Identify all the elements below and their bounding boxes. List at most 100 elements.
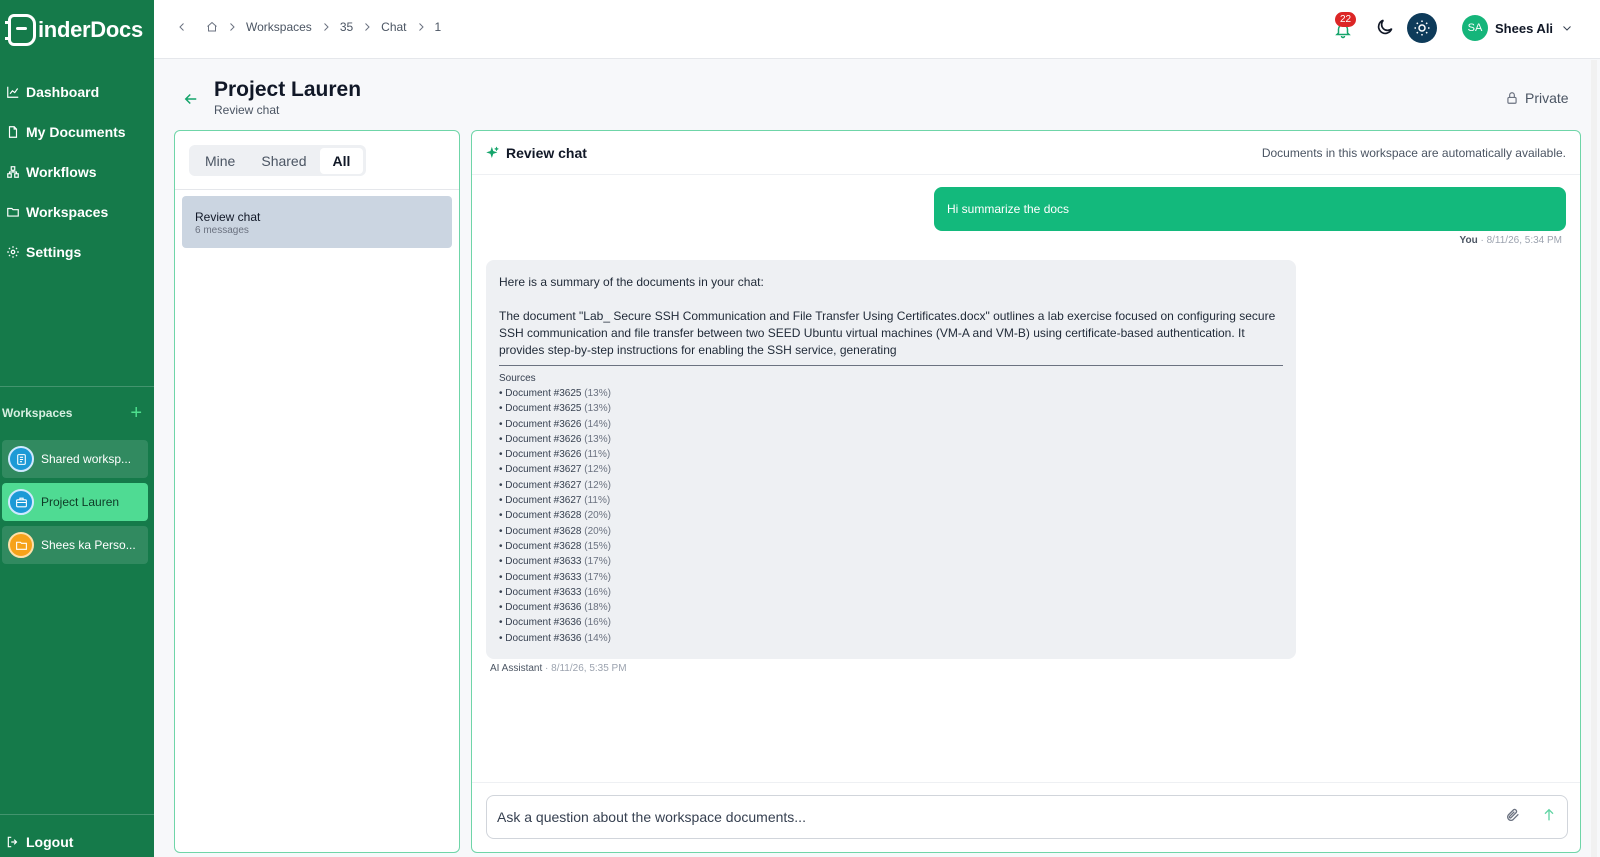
user-name: Shees Ali: [1495, 20, 1554, 36]
workspace-list: Shared worksp... Project Lauren Shees ka…: [2, 440, 148, 569]
home-icon[interactable]: [206, 21, 218, 33]
user-author: You: [1459, 235, 1478, 246]
light-mode-button[interactable]: [1407, 13, 1437, 43]
logo-text: inderDocs: [38, 17, 143, 42]
chat-title: Review chat: [486, 145, 587, 161]
source-score: (11%): [584, 449, 611, 461]
source-item[interactable]: • Document #3628 (15%): [499, 539, 1283, 554]
source-item[interactable]: • Document #3626 (11%): [499, 447, 1283, 462]
source-document: • Document #3636: [499, 617, 582, 629]
source-document: • Document #3633: [499, 571, 582, 583]
lock-icon: [1507, 92, 1517, 104]
source-score: (16%): [584, 617, 611, 629]
source-item[interactable]: • Document #3627 (12%): [499, 462, 1283, 477]
document-list-icon: [8, 446, 34, 472]
source-item[interactable]: • Document #3633 (17%): [499, 554, 1283, 569]
chevron-left-icon[interactable]: [176, 21, 188, 33]
source-score: (17%): [584, 571, 611, 583]
visibility-button[interactable]: Private: [1505, 90, 1569, 106]
assistant-intro: Here is a summary of the documents in yo…: [499, 275, 764, 289]
assistant-body: The document "Lab_ Secure SSH Communicat…: [499, 309, 1276, 357]
avatar: SA: [1462, 15, 1488, 41]
paperclip-icon: [1507, 808, 1519, 821]
source-document: • Document #3625: [499, 388, 582, 399]
source-document: • Document #3628: [499, 525, 582, 537]
source-document: • Document #3625: [499, 403, 582, 415]
back-button[interactable]: [182, 90, 200, 113]
sources-label: Sources: [499, 373, 536, 384]
tab-all[interactable]: All: [319, 147, 364, 174]
source-item[interactable]: • Document #3627 (11%): [499, 493, 1283, 508]
source-item[interactable]: • Document #3633 (16%): [499, 585, 1283, 600]
composer: [486, 795, 1568, 839]
source-document: • Document #3627: [499, 495, 582, 507]
attach-button[interactable]: [1505, 807, 1521, 828]
source-item[interactable]: • Document #3625 (13%): [499, 401, 1283, 416]
tab-mine[interactable]: Mine: [192, 148, 248, 174]
workspace-name: Shees ka Perso...: [41, 538, 136, 552]
send-button[interactable]: [1541, 807, 1557, 828]
breadcrumb-workspace-id[interactable]: 35: [340, 20, 353, 34]
source-document: • Document #3626: [499, 433, 582, 445]
source-document: • Document #3633: [499, 556, 582, 568]
assistant-message-meta: AI Assistant · 8/11/26, 5:35 PM: [490, 663, 627, 674]
source-document: • Document #3626: [499, 418, 582, 430]
add-workspace-button[interactable]: +: [130, 403, 142, 423]
sources-list: • Document #3625 (13%) • Document #3625 (…: [499, 386, 1283, 646]
source-score: (20%): [584, 525, 611, 537]
source-document: • Document #3628: [499, 510, 582, 522]
user-message-meta: You · 8/11/26, 5:34 PM: [1460, 235, 1562, 246]
chevron-right-icon: [418, 23, 424, 31]
nav-workflows[interactable]: Workflows: [0, 152, 154, 192]
logout-icon: [7, 836, 18, 848]
source-item[interactable]: • Document #3626 (14%): [499, 417, 1283, 432]
source-item[interactable]: • Document #3636 (16%): [499, 615, 1283, 630]
source-item[interactable]: • Document #3636 (14%): [499, 631, 1283, 646]
nav-my-documents[interactable]: My Documents: [0, 112, 154, 152]
logo[interactable]: inderDocs: [0, 0, 154, 60]
breadcrumb-chat[interactable]: Chat: [381, 20, 406, 34]
nav-label: Dashboard: [26, 84, 100, 100]
briefcase-icon: [8, 489, 34, 515]
dark-mode-button[interactable]: [1375, 17, 1395, 42]
nav-settings[interactable]: Settings: [0, 232, 154, 272]
source-score: (13%): [584, 403, 611, 415]
tab-shared[interactable]: Shared: [248, 148, 319, 174]
topbar: Workspaces 35 Chat 1 22 SA Shees Ali: [154, 0, 1600, 59]
source-item[interactable]: • Document #3625 (13%): [499, 386, 1283, 401]
workspace-item-project-lauren[interactable]: Project Lauren: [2, 483, 148, 521]
page-subtitle: Review chat: [214, 103, 280, 117]
sidebar-divider: [0, 386, 154, 387]
source-item[interactable]: • Document #3636 (18%): [499, 600, 1283, 615]
logout-label: Logout: [26, 834, 74, 850]
folder-icon: [7, 207, 19, 217]
workspace-item-shared[interactable]: Shared worksp...: [2, 440, 148, 478]
nav-dashboard[interactable]: Dashboard: [0, 72, 154, 112]
breadcrumb-workspaces[interactable]: Workspaces: [246, 20, 312, 34]
logout-button[interactable]: Logout: [6, 834, 73, 850]
chat-list-panel: Mine Shared All Review chat 6 messages: [174, 130, 460, 853]
moon-icon: [1377, 19, 1393, 35]
question-input[interactable]: [497, 809, 1505, 825]
workspace-name: Shared worksp...: [41, 452, 132, 466]
workflow-icon: [7, 166, 19, 178]
source-item[interactable]: • Document #3628 (20%): [499, 524, 1283, 539]
nav-label: Settings: [26, 244, 82, 260]
assistant-time: · 8/11/26, 5:35 PM: [545, 663, 627, 674]
chat-item-title: Review chat: [195, 210, 261, 224]
source-document: • Document #3627: [499, 464, 582, 476]
source-item[interactable]: • Document #3628 (20%): [499, 508, 1283, 523]
page-scrollbar[interactable]: [1591, 60, 1597, 857]
sidebar: inderDocs Dashboard My Documents Workflo…: [0, 0, 154, 857]
source-item[interactable]: • Document #3626 (13%): [499, 432, 1283, 447]
filter-tabs: Mine Shared All: [189, 145, 367, 176]
source-item[interactable]: • Document #3627 (12%): [499, 478, 1283, 493]
arrow-up-icon: [1544, 808, 1554, 820]
source-item[interactable]: • Document #3633 (17%): [499, 570, 1283, 585]
chat-panel: Review chat Documents in this workspace …: [471, 130, 1581, 853]
list-item[interactable]: Review chat 6 messages: [182, 196, 452, 248]
page-title: Project Lauren: [214, 78, 362, 101]
user-menu[interactable]: SA Shees Ali: [1462, 15, 1573, 41]
nav-workspaces[interactable]: Workspaces: [0, 192, 154, 232]
workspace-item-shees[interactable]: Shees ka Perso...: [2, 526, 148, 564]
